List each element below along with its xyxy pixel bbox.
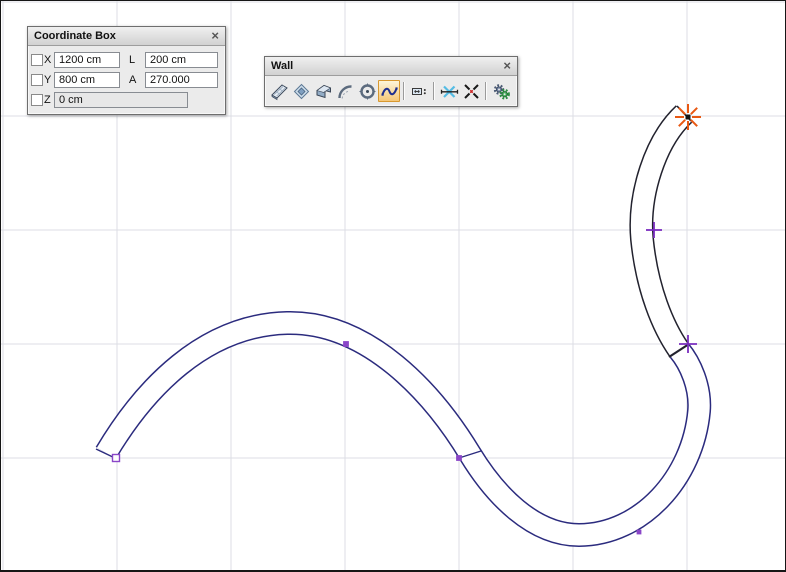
arc-wall-button[interactable] [334, 80, 356, 102]
arc-wall-icon [336, 82, 355, 101]
wall-toolbar-palette: Wall × [264, 56, 518, 107]
wall-break-button[interactable] [460, 80, 482, 102]
polygon-wall-icon [292, 82, 311, 101]
x-axis-field-label: X [31, 54, 54, 66]
coordinate-box-palette: Coordinate Box × X L Y A [27, 26, 226, 115]
cad-workspace: Coordinate Box × X L Y A [0, 0, 786, 572]
wall-toolbar-titlebar[interactable]: Wall × [265, 57, 517, 76]
wall-endpoint-star-icon [691, 108, 697, 114]
y-axis-field-label: Y [31, 74, 54, 86]
x-lock-checkbox[interactable] [31, 54, 43, 66]
length-input[interactable] [145, 52, 218, 68]
wall-settings-gears-icon [492, 82, 511, 101]
toolbar-separator [485, 82, 487, 100]
wall-toolbar-title: Wall [271, 60, 293, 72]
polygon-wall-button[interactable] [290, 80, 312, 102]
corner-wall-icon [314, 82, 333, 101]
length-label: L [129, 54, 145, 66]
wall-endpoint-node [686, 115, 691, 120]
toolbar-separator [433, 82, 435, 100]
z-axis-field-label: Z [31, 94, 54, 106]
corner-wall-button[interactable] [312, 80, 334, 102]
wall-hotspot-marker [344, 342, 349, 347]
y-coordinate-input[interactable] [54, 72, 120, 88]
x-coordinate-input[interactable] [54, 52, 120, 68]
wall-segment-lower-fill [106, 323, 699, 535]
coordinate-row-z: Z [31, 90, 225, 110]
wall-width-icon [410, 82, 429, 101]
wall-toolbar-body [265, 76, 517, 106]
coordinate-row-y: Y A [31, 70, 225, 90]
wall-hotspot-marker [113, 455, 120, 462]
y-lock-checkbox[interactable] [31, 74, 43, 86]
reference-line-icon [440, 82, 459, 101]
coordinate-box-title: Coordinate Box [34, 30, 116, 42]
circle-wall-icon [358, 82, 377, 101]
close-icon[interactable]: × [501, 57, 513, 74]
reference-line-button[interactable] [438, 80, 460, 102]
coordinate-box-body: X L Y A Z [28, 46, 225, 110]
circle-wall-button[interactable] [356, 80, 378, 102]
spline-wall-button[interactable] [378, 80, 400, 102]
wall-settings-button[interactable] [490, 80, 512, 102]
angle-input[interactable] [145, 72, 218, 88]
coordinate-row-x: X L [31, 50, 225, 70]
angle-label: A [129, 74, 145, 86]
z-lock-checkbox[interactable] [31, 94, 43, 106]
wall-hotspot-marker [457, 456, 462, 461]
z-coordinate-input[interactable] [54, 92, 188, 108]
wall-hotspot-marker [637, 530, 641, 534]
straight-wall-icon [270, 82, 289, 101]
wall-width-button[interactable] [408, 80, 430, 102]
spline-wall-icon [380, 82, 399, 101]
close-icon[interactable]: × [209, 27, 221, 44]
wall-break-icon [462, 82, 481, 101]
coordinate-box-titlebar[interactable]: Coordinate Box × [28, 27, 225, 46]
straight-wall-button[interactable] [268, 80, 290, 102]
toolbar-separator [403, 82, 405, 100]
